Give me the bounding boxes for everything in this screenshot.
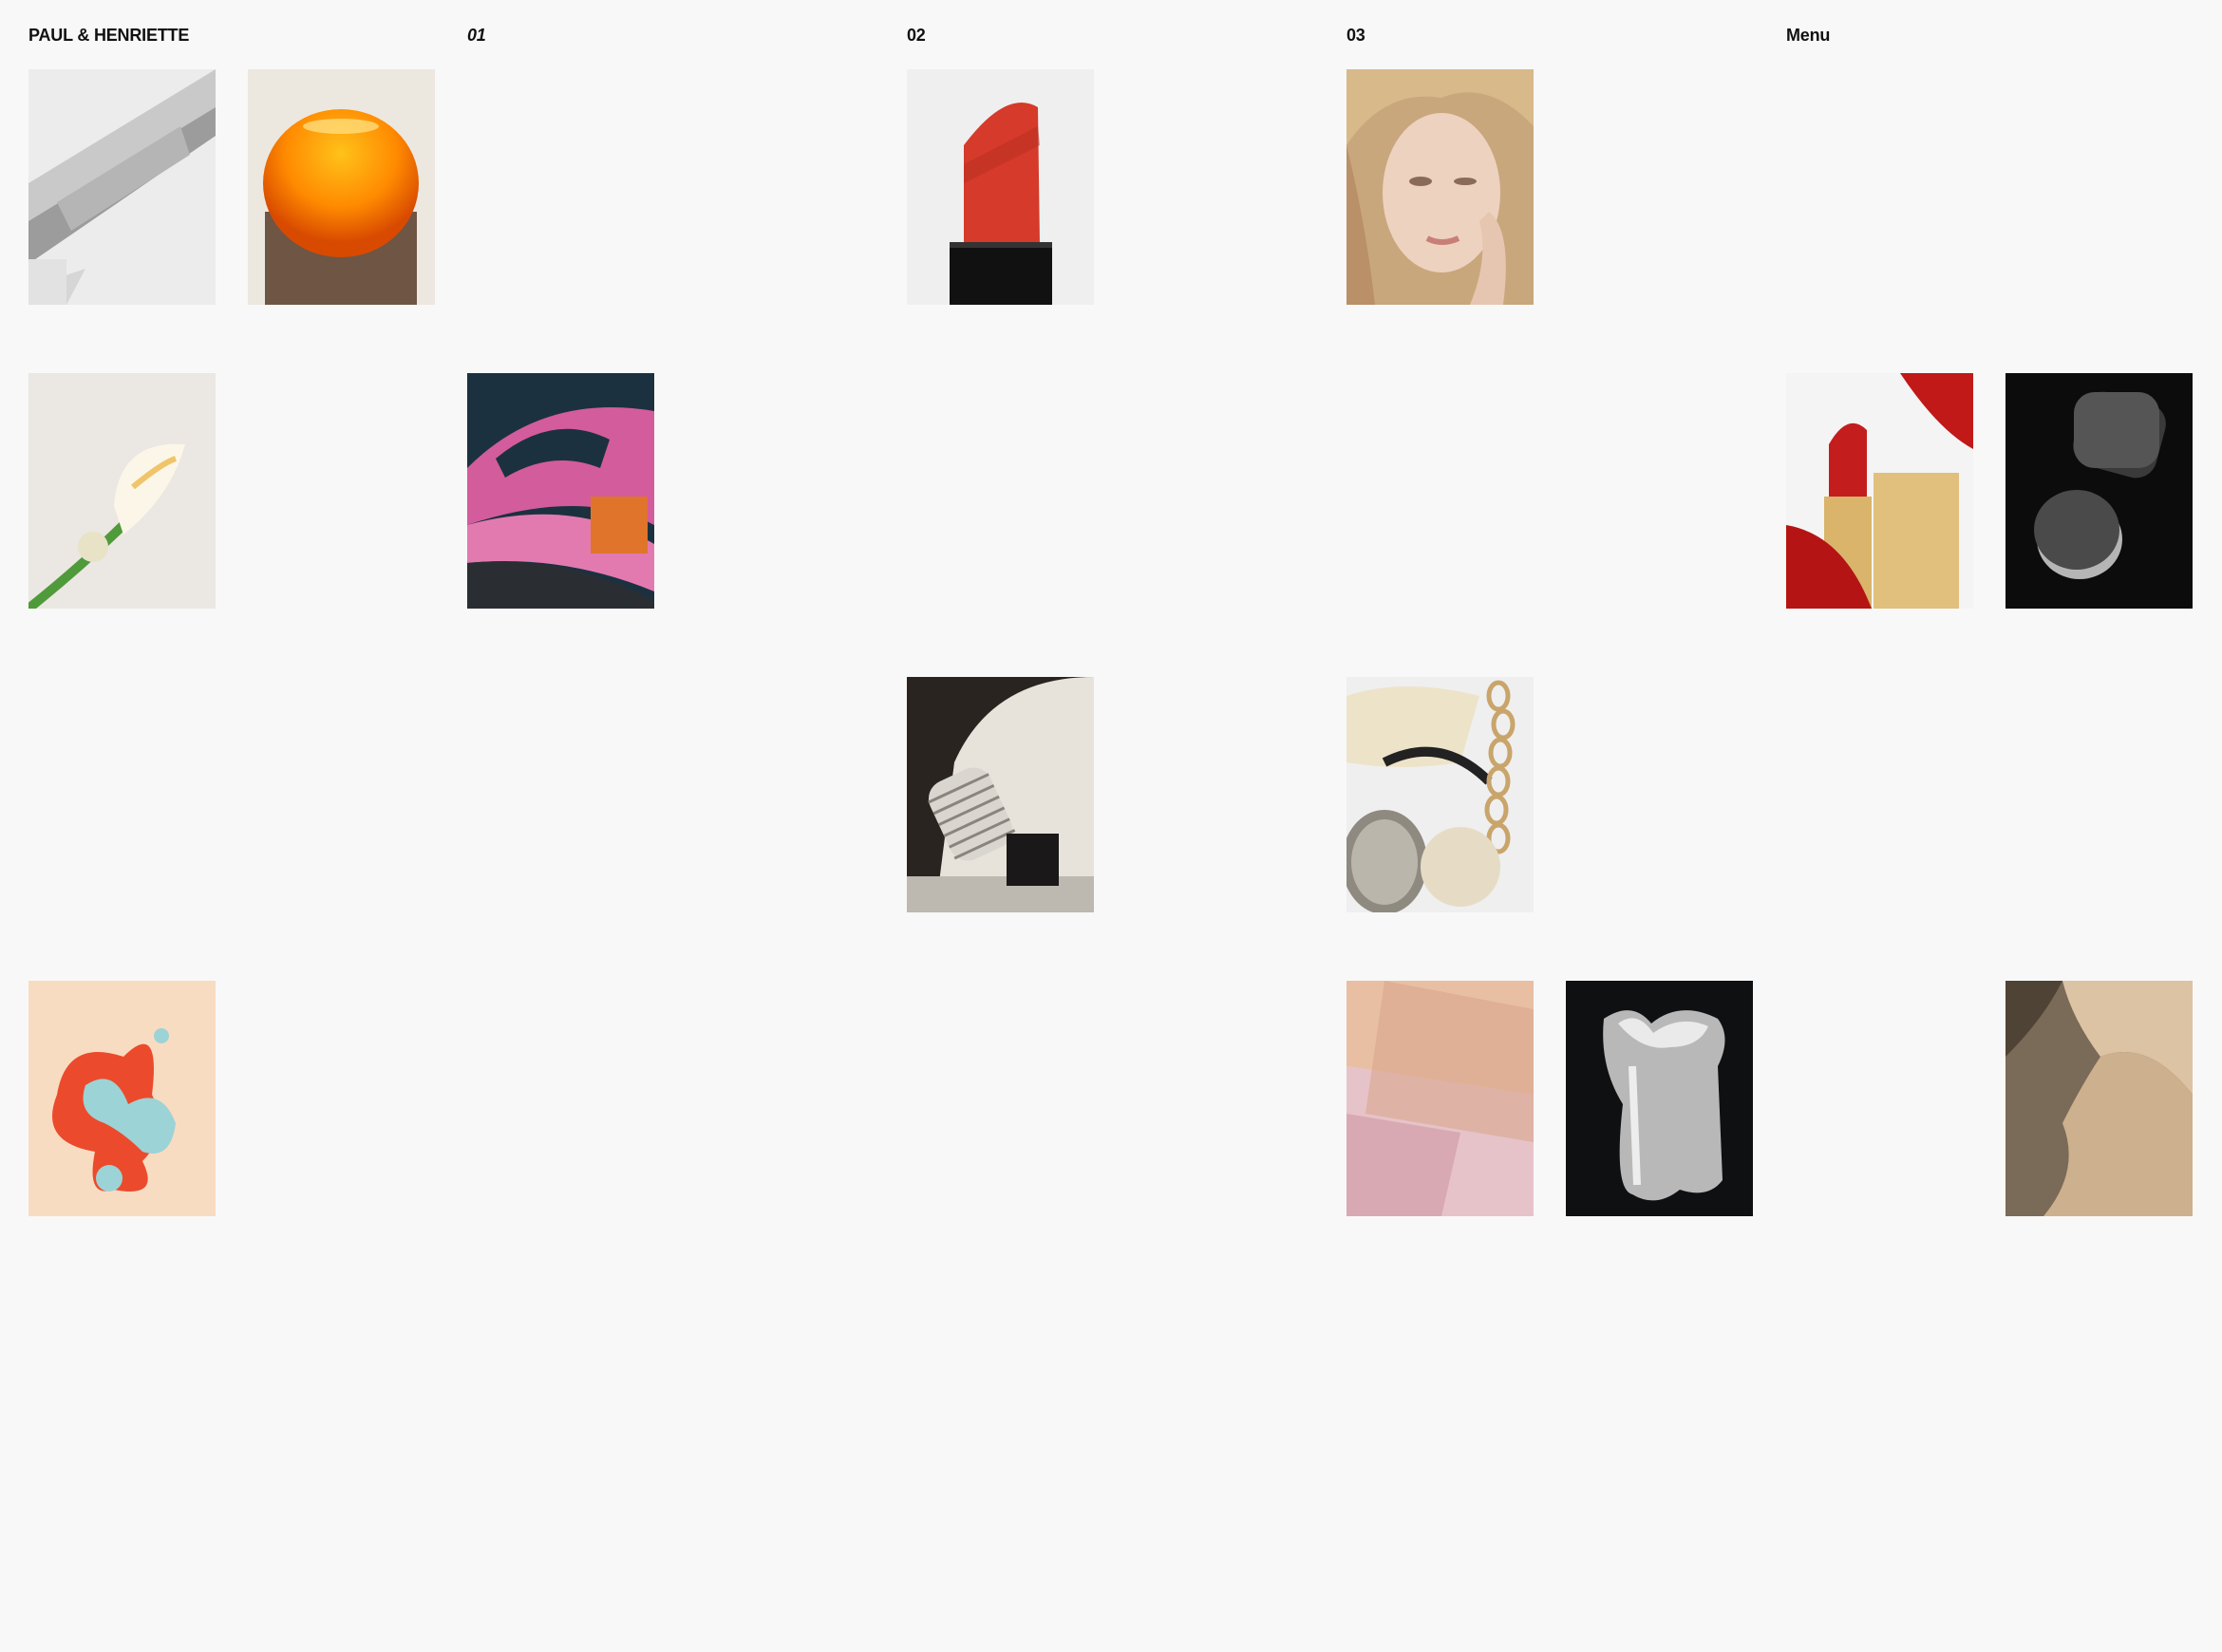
gallery-image-gold-lipstick-petals[interactable] — [1786, 373, 1973, 609]
gallery-image-powder-swatches[interactable] — [1346, 981, 1534, 1216]
gallery-image-file-tool[interactable] — [28, 69, 216, 305]
nav-item-02[interactable]: 02 — [907, 26, 926, 46]
gallery-image-ribbed-bottle[interactable] — [907, 677, 1094, 912]
nav-item-03[interactable]: 03 — [1346, 26, 1365, 46]
brand-logo[interactable]: PAUL & HENRIETTE — [28, 26, 189, 46]
gallery-image-paint-blobs[interactable] — [28, 981, 216, 1216]
gallery-image-sandal-shells-chain[interactable] — [1346, 677, 1534, 912]
gallery-image-calla-lily[interactable] — [28, 373, 216, 609]
menu-button[interactable]: Menu — [1786, 26, 1830, 46]
gallery-image-silver-vase[interactable] — [1566, 981, 1753, 1216]
gallery-image-woman-portrait[interactable] — [1346, 69, 1534, 305]
gallery-image-beige-fabric[interactable] — [2005, 981, 2193, 1216]
gallery-image-black-sponges[interactable] — [2005, 373, 2193, 609]
gallery-image-red-lipstick[interactable] — [907, 69, 1094, 305]
nav-item-01[interactable]: 01 — [467, 26, 486, 46]
gallery-image-orange-sphere[interactable] — [248, 69, 435, 305]
gallery-image-pink-sandal[interactable] — [467, 373, 654, 609]
